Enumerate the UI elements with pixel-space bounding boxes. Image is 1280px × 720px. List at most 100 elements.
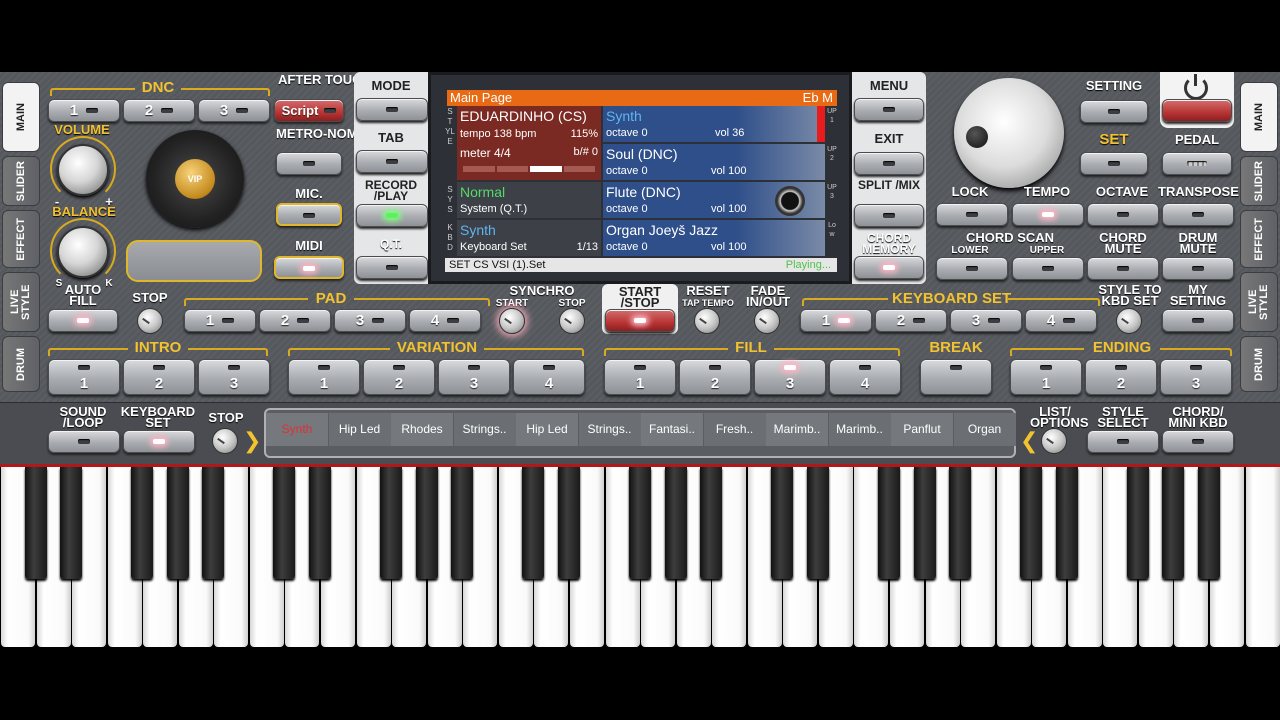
- tab-drum-right[interactable]: DRUM: [1240, 336, 1278, 392]
- intro-button-2[interactable]: 2: [123, 359, 195, 395]
- ending-button-2[interactable]: 2: [1085, 359, 1157, 395]
- black-key[interactable]: [522, 467, 545, 579]
- fill-button-2[interactable]: 2: [679, 359, 751, 395]
- keyboard-set-button[interactable]: [123, 430, 195, 453]
- drum-mute-button[interactable]: [1162, 257, 1234, 280]
- sound-chip[interactable]: Fantasi..: [641, 413, 703, 446]
- kbd-set-cell[interactable]: Synth Keyboard Set 1/13: [457, 220, 601, 256]
- black-key[interactable]: [913, 467, 936, 579]
- synchro-start-knob[interactable]: [499, 308, 525, 334]
- tempo-button[interactable]: [1012, 203, 1084, 226]
- sound-chip[interactable]: Hip Led: [516, 413, 578, 446]
- kbd-set-button-2[interactable]: 2: [875, 309, 947, 332]
- black-key[interactable]: [24, 467, 47, 579]
- part-up1[interactable]: Synth octave 0 vol 36: [603, 106, 825, 142]
- chord-mute-button[interactable]: [1087, 257, 1159, 280]
- volume-knob[interactable]: [57, 144, 109, 196]
- black-key[interactable]: [771, 467, 794, 579]
- break-button[interactable]: [920, 359, 992, 395]
- list-options-knob[interactable]: [1041, 428, 1067, 454]
- sound-chip[interactable]: Synth: [266, 413, 328, 446]
- black-key[interactable]: [700, 467, 723, 579]
- tab-main-left[interactable]: MAIN: [2, 82, 40, 152]
- white-key[interactable]: [1245, 467, 1280, 647]
- tab-live-style-left[interactable]: LIVE STYLE: [2, 272, 40, 332]
- black-key[interactable]: [1162, 467, 1185, 579]
- black-key[interactable]: [415, 467, 438, 579]
- black-key[interactable]: [806, 467, 829, 579]
- black-key[interactable]: [451, 467, 474, 579]
- lock-button[interactable]: [936, 203, 1008, 226]
- pad-button-4[interactable]: 4: [409, 309, 481, 332]
- part-lower[interactable]: Organ Joeyš Jazz octave 0 vol 100: [603, 220, 825, 256]
- variation-button-3[interactable]: 3: [438, 359, 510, 395]
- sound-chip[interactable]: Hip Led: [328, 413, 391, 446]
- auto-fill-button[interactable]: [48, 309, 118, 332]
- midi-button[interactable]: [274, 256, 344, 279]
- sound-chip[interactable]: Organ: [953, 413, 1016, 446]
- pad-button-3[interactable]: 3: [334, 309, 406, 332]
- chord-scan-lower-button[interactable]: [936, 257, 1008, 280]
- ending-button-3[interactable]: 3: [1160, 359, 1232, 395]
- set-button[interactable]: [1080, 152, 1148, 175]
- style-select-button[interactable]: [1087, 430, 1159, 453]
- dnc-button-1[interactable]: 1: [48, 99, 120, 122]
- black-key[interactable]: [1198, 467, 1221, 579]
- octave-button[interactable]: [1087, 203, 1159, 226]
- start-stop-button[interactable]: [605, 309, 675, 332]
- fill-button-3[interactable]: 3: [754, 359, 826, 395]
- pedal-button[interactable]: [1162, 152, 1232, 175]
- script-button[interactable]: Script: [274, 99, 344, 122]
- mode-button[interactable]: [356, 98, 428, 121]
- black-key[interactable]: [878, 467, 900, 579]
- kbd-set-button-3[interactable]: 3: [950, 309, 1022, 332]
- chord-memory-button[interactable]: [854, 256, 924, 279]
- ending-button-1[interactable]: 1: [1010, 359, 1082, 395]
- chord-scan-upper-button[interactable]: [1012, 257, 1084, 280]
- sound-chip[interactable]: Panflut: [891, 413, 953, 446]
- tab-slider-left[interactable]: SLIDER: [2, 156, 40, 206]
- sound-stop-knob[interactable]: [212, 428, 238, 454]
- tab-effect-left[interactable]: EFFECT: [2, 210, 40, 268]
- variation-button-1[interactable]: 1: [288, 359, 360, 395]
- style-to-kbd-knob[interactable]: [1116, 308, 1142, 334]
- black-key[interactable]: [131, 467, 154, 579]
- black-key[interactable]: [166, 467, 189, 579]
- sound-loop-button[interactable]: [48, 430, 120, 453]
- sound-chip[interactable]: Marimb..: [766, 413, 828, 446]
- style-cell[interactable]: EDUARDINHO (CS) tempo 138 bpm 115% meter…: [457, 106, 601, 180]
- record-play-button[interactable]: [356, 204, 428, 227]
- dnc-button-2[interactable]: 2: [123, 99, 195, 122]
- tab-effect-right[interactable]: EFFECT: [1240, 210, 1278, 268]
- part-up3[interactable]: Flute (DNC) octave 0 vol 100: [603, 182, 825, 218]
- menu-button[interactable]: [854, 98, 924, 121]
- metronome-button[interactable]: [276, 152, 342, 175]
- sound-chip[interactable]: Strings..: [578, 413, 641, 446]
- black-key[interactable]: [557, 467, 580, 579]
- intro-button-1[interactable]: 1: [48, 359, 120, 395]
- black-key[interactable]: [60, 467, 83, 579]
- pad-button-1[interactable]: 1: [184, 309, 256, 332]
- tab-drum-left[interactable]: DRUM: [2, 336, 40, 392]
- setting-button[interactable]: [1080, 100, 1148, 123]
- split-mix-button[interactable]: [854, 204, 924, 227]
- dnc-button-3[interactable]: 3: [198, 99, 270, 122]
- chevron-left-icon[interactable]: ❮: [1020, 430, 1038, 452]
- kbd-set-button-1[interactable]: 1: [800, 309, 872, 332]
- black-key[interactable]: [664, 467, 687, 579]
- black-key[interactable]: [273, 467, 296, 579]
- part-up2[interactable]: Soul (DNC) octave 0 vol 100: [603, 144, 825, 180]
- kbd-set-button-4[interactable]: 4: [1025, 309, 1097, 332]
- variation-button-4[interactable]: 4: [513, 359, 585, 395]
- vip-disc[interactable]: VIP: [146, 130, 244, 228]
- black-key[interactable]: [380, 467, 403, 579]
- sound-chip[interactable]: Strings..: [453, 413, 516, 446]
- intro-button-3[interactable]: 3: [198, 359, 270, 395]
- pad-button-2[interactable]: 2: [259, 309, 331, 332]
- black-key[interactable]: [949, 467, 972, 579]
- sound-chip[interactable]: Fresh..: [703, 413, 766, 446]
- sound-chip[interactable]: Rhodes: [391, 413, 453, 446]
- black-key[interactable]: [1055, 467, 1078, 579]
- power-button[interactable]: [1162, 99, 1232, 122]
- reset-knob[interactable]: [694, 308, 720, 334]
